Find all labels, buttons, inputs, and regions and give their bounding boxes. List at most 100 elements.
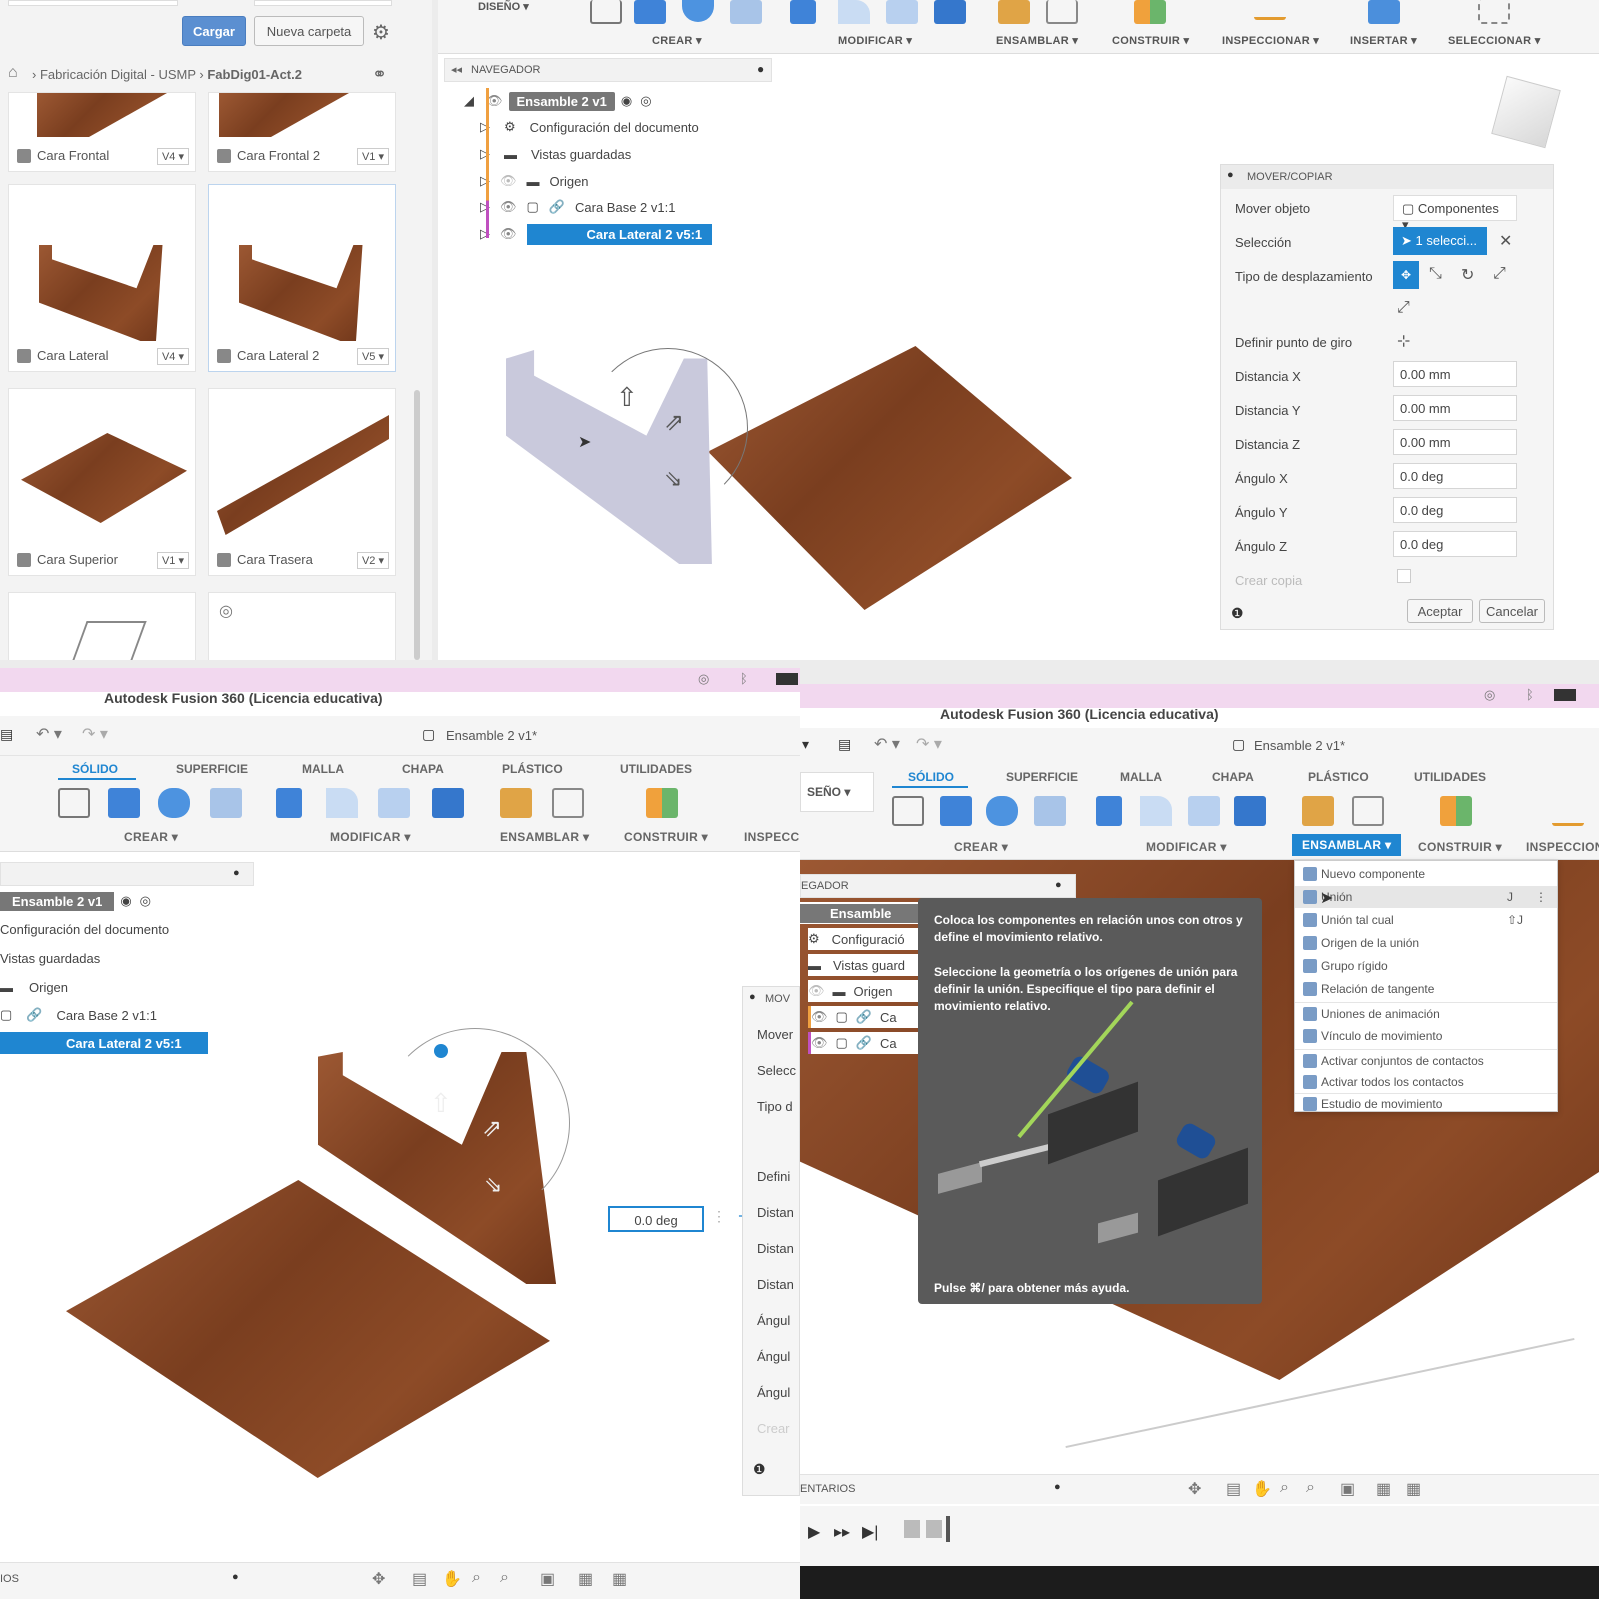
- save-icon[interactable]: ▤: [0, 726, 13, 743]
- revolve-icon[interactable]: [158, 788, 190, 818]
- search-field[interactable]: [8, 0, 178, 6]
- grid-icon[interactable]: ▦: [578, 1569, 593, 1589]
- more-icon[interactable]: ⋮: [712, 1208, 726, 1225]
- nav-item[interactable]: ▷ 👁 ▢ 🔗 Cara Base 2 v1:1: [480, 196, 675, 218]
- pin-icon[interactable]: ●: [757, 62, 764, 76]
- info-icon[interactable]: ❶: [753, 1461, 766, 1478]
- file-card-selected[interactable]: Cara Lateral 2 V5 ▾: [208, 184, 396, 372]
- nav-item[interactable]: 👁 ▬ Origen: [808, 980, 918, 1002]
- home-icon[interactable]: ⌂: [8, 64, 18, 82]
- combine-icon[interactable]: [432, 788, 464, 818]
- timeline-marker[interactable]: [946, 1516, 950, 1542]
- expand-icon[interactable]: ◢: [464, 93, 474, 109]
- group-inspect[interactable]: INSPECC: [744, 830, 799, 844]
- distance-x-input[interactable]: 0.00 mm: [1393, 361, 1517, 387]
- ok-button[interactable]: Aceptar: [1407, 599, 1473, 623]
- revolve-icon[interactable]: [682, 0, 714, 22]
- file-card[interactable]: ◎: [208, 592, 396, 660]
- arrow-up-icon[interactable]: ⇧: [616, 382, 638, 413]
- menu-item-rigid-group[interactable]: Grupo rígido: [1295, 955, 1557, 977]
- plane-icon[interactable]: [646, 788, 678, 818]
- eye-icon[interactable]: 👁: [811, 1035, 828, 1051]
- point-to-point-icon[interactable]: ⤢: [1493, 265, 1506, 283]
- fillet-icon[interactable]: [1140, 796, 1172, 826]
- group-select[interactable]: SELECCIONAR ▾: [1448, 34, 1541, 47]
- nav-root[interactable]: ◢ 👁 Ensamble 2 v1 ◉ ◎: [464, 90, 652, 112]
- create-copy-checkbox[interactable]: [1397, 569, 1411, 583]
- step-forward-icon[interactable]: ▸▸: [834, 1522, 850, 1542]
- nav-item[interactable]: ▷ 👁 ▬ Origen: [480, 170, 589, 192]
- redo-icon[interactable]: ↷ ▾: [82, 724, 108, 744]
- new-component-icon[interactable]: [998, 0, 1030, 24]
- plane-icon[interactable]: [1440, 796, 1472, 826]
- rotate-handle[interactable]: [434, 1044, 448, 1058]
- orbit-icon[interactable]: ✥: [1188, 1479, 1201, 1499]
- tab-surface[interactable]: SUPERFICIE: [1006, 770, 1078, 784]
- clear-selection-icon[interactable]: ✕: [1499, 231, 1512, 251]
- plane-icon[interactable]: [1134, 0, 1166, 24]
- version-select[interactable]: V1 ▾: [356, 148, 389, 165]
- save-icon[interactable]: ▤: [838, 736, 851, 753]
- group-inspect[interactable]: INSPECCION: [1526, 840, 1599, 854]
- viewport-icon[interactable]: ▦: [612, 1569, 627, 1589]
- new-folder-button[interactable]: Nueva carpeta: [254, 16, 364, 46]
- rotate-manipulator[interactable]: [380, 1028, 570, 1218]
- angle-z-input[interactable]: 0.0 deg: [1393, 531, 1517, 557]
- tab-sheet-metal[interactable]: CHAPA: [1212, 770, 1254, 784]
- group-assemble[interactable]: ENSAMBLAR ▾: [500, 830, 589, 844]
- zoom-icon[interactable]: ⌕: [472, 1569, 481, 1587]
- translate-icon[interactable]: ⤡: [1429, 265, 1442, 283]
- redo-icon[interactable]: ↷ ▾: [916, 734, 942, 754]
- version-select[interactable]: V4 ▾: [156, 148, 189, 165]
- file-card[interactable]: Cara Frontal V4 ▾: [8, 92, 196, 172]
- tab-plastic[interactable]: PLÁSTICO: [502, 762, 563, 776]
- tab-mesh[interactable]: MALLA: [302, 762, 344, 776]
- shell-icon[interactable]: [886, 0, 918, 24]
- group-modify[interactable]: MODIFICAR ▾: [838, 34, 912, 47]
- angle-inline-input[interactable]: 0.0 deg: [608, 1206, 704, 1232]
- nav-root[interactable]: Ensamble: [800, 902, 922, 924]
- combine-icon[interactable]: [1234, 796, 1266, 826]
- menu-item-contact-sets[interactable]: Activar conjuntos de contactos: [1295, 1049, 1557, 1071]
- radio-icon[interactable]: ◎: [140, 893, 151, 909]
- joint-icon[interactable]: [1352, 796, 1384, 826]
- menu-item-motion-study[interactable]: Estudio de movimiento: [1295, 1093, 1557, 1113]
- version-select[interactable]: V2 ▾: [356, 552, 389, 569]
- radio-icon[interactable]: ◎: [640, 93, 651, 109]
- point-to-position-icon[interactable]: ⤢: [1397, 299, 1410, 317]
- play-icon[interactable]: ▶: [808, 1522, 820, 1542]
- sketch-icon[interactable]: [590, 0, 622, 24]
- undo-icon[interactable]: ↶ ▾: [874, 734, 900, 754]
- breadcrumb-current[interactable]: FabDig01-Act.2: [207, 67, 302, 82]
- distance-y-input[interactable]: 0.00 mm: [1393, 395, 1517, 421]
- group-create[interactable]: CREAR ▾: [652, 34, 702, 47]
- tab-utilities[interactable]: UTILIDADES: [1414, 770, 1486, 784]
- group-modify[interactable]: MODIFICAR ▾: [1146, 840, 1227, 854]
- nav-item[interactable]: Vistas guardadas: [0, 947, 100, 969]
- group-construct[interactable]: CONSTRUIR ▾: [624, 830, 708, 844]
- hole-icon[interactable]: [210, 788, 242, 818]
- selection-button[interactable]: ➤ 1 selecci...: [1393, 227, 1487, 255]
- fillet-icon[interactable]: [326, 788, 358, 818]
- rotate-icon[interactable]: ↻: [1461, 265, 1474, 285]
- display-icon[interactable]: ▣: [540, 1569, 555, 1589]
- sketch-icon[interactable]: [892, 796, 924, 826]
- view-cube[interactable]: [1491, 75, 1561, 149]
- version-select[interactable]: V1 ▾: [156, 552, 189, 569]
- load-button[interactable]: Cargar: [182, 16, 246, 46]
- timeline-item-icon[interactable]: [904, 1520, 920, 1538]
- file-card[interactable]: Cara Superior V1 ▾: [8, 388, 196, 576]
- arrow-right-icon[interactable]: ⇘: [484, 1172, 502, 1198]
- pin-icon[interactable]: ●: [233, 867, 240, 879]
- fit-icon[interactable]: ⌕: [500, 1569, 509, 1587]
- group-inspect[interactable]: INSPECCIONAR ▾: [1222, 34, 1319, 47]
- eye-icon[interactable]: 👁: [811, 1009, 828, 1025]
- go-end-icon[interactable]: ▶|: [862, 1522, 878, 1542]
- cancel-button[interactable]: Cancelar: [1479, 599, 1545, 623]
- tab-mesh[interactable]: MALLA: [1120, 770, 1162, 784]
- timeline-item-icon[interactable]: [926, 1520, 942, 1538]
- group-create[interactable]: CREAR ▾: [124, 830, 178, 844]
- insert-image-icon[interactable]: [1368, 0, 1400, 24]
- eye-icon[interactable]: 👁: [808, 983, 825, 999]
- nav-item[interactable]: ▬ Vistas guard: [808, 954, 918, 976]
